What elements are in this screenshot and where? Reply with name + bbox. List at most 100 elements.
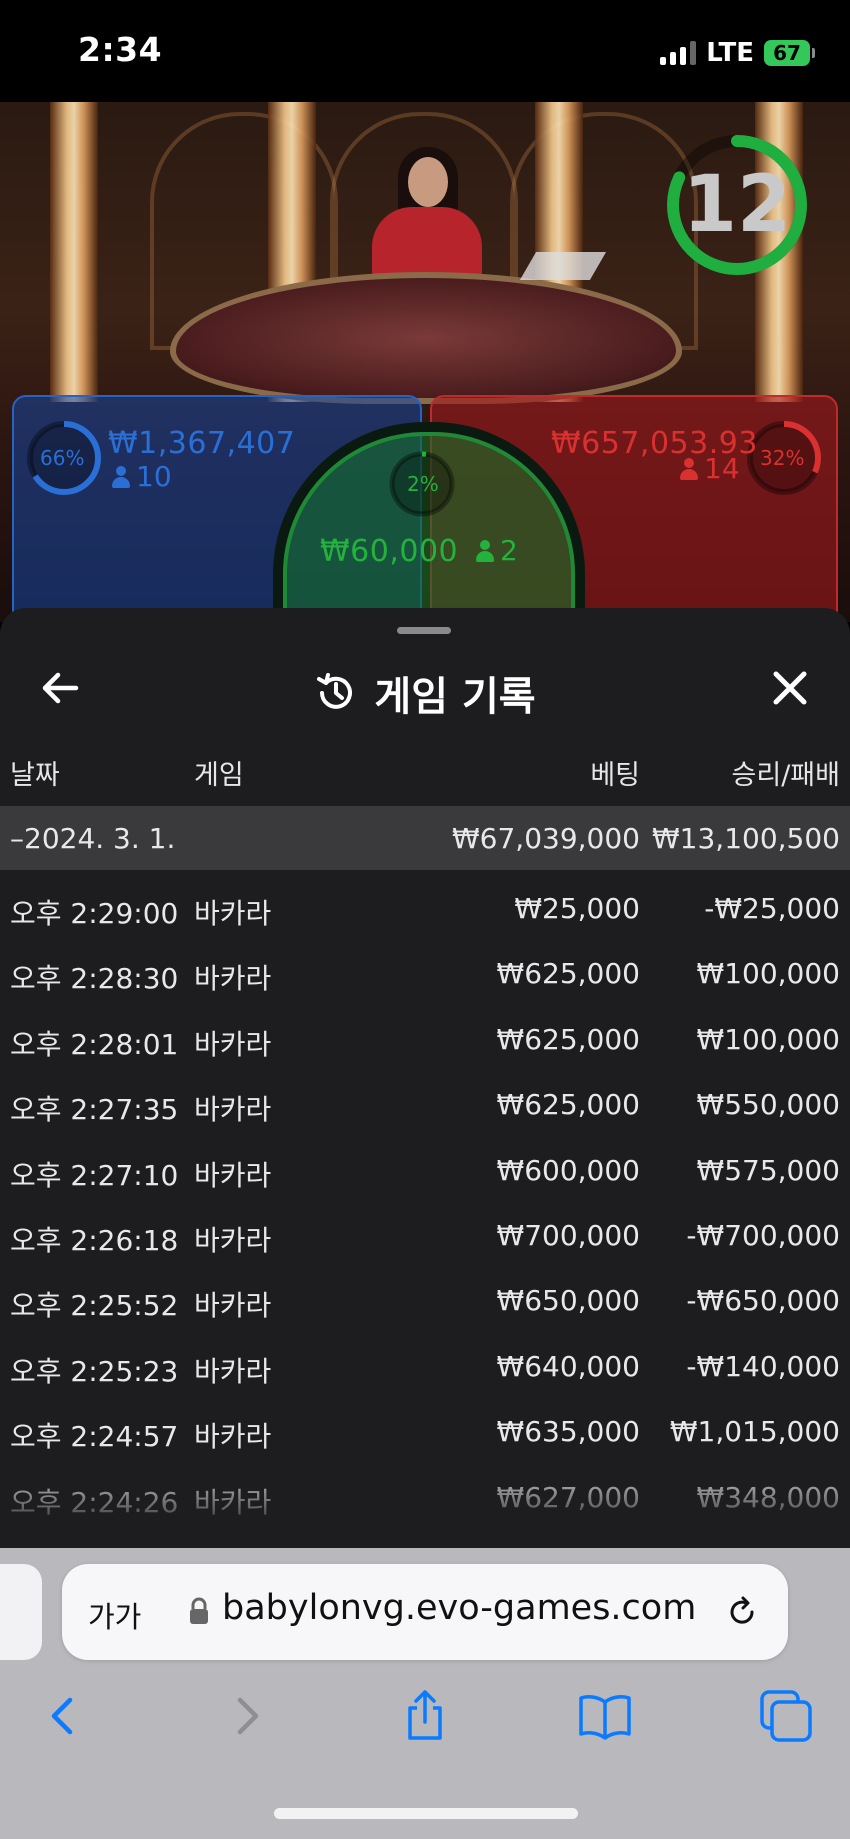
url-text: babylonvg.evo-games.com: [222, 1588, 697, 1628]
previous-tab-preview[interactable]: [0, 1564, 42, 1660]
date-group-date: –2024. 3. 1.: [10, 822, 176, 855]
sheet-grabber[interactable]: [397, 627, 451, 634]
player-total-bet: ₩1,367,407: [108, 426, 296, 461]
status-time: 2:34: [78, 30, 163, 69]
column-header-bet: 베팅: [590, 760, 640, 791]
player-count: 10: [112, 460, 172, 493]
cellular-signal-icon: [660, 41, 697, 65]
address-bar[interactable]: 가가 babylonvg.evo-games.com: [62, 1564, 788, 1660]
history-row-time: 오후 2:28:01: [10, 1027, 179, 1061]
history-row[interactable]: 오후 2:27:35 바카라 ₩625,000 ₩550,000: [0, 1072, 850, 1136]
history-row[interactable]: 오후 2:24:57 바카라 ₩635,000 ₩1,015,000: [0, 1399, 850, 1463]
game-history-sheet: 게임 기록 날짜 게임 베팅 승리/패배 –2024. 3. 1. ₩67,03…: [0, 608, 850, 1548]
history-row-result: -₩700,000: [686, 1219, 840, 1252]
share-icon[interactable]: [397, 1688, 453, 1744]
status-indicators: LTE 67: [660, 38, 815, 68]
column-header-result: 승리/패배: [731, 760, 840, 791]
person-icon: [476, 539, 494, 562]
bookmarks-icon[interactable]: [577, 1688, 633, 1744]
history-row-result: -₩650,000: [686, 1284, 840, 1318]
history-row-time: 오후 2:24:57: [10, 1420, 179, 1454]
history-row-bet: ₩625,000: [496, 1022, 640, 1056]
tabs-icon[interactable]: [758, 1688, 814, 1744]
banker-count-value: 14: [704, 452, 740, 485]
history-row-time: 오후 2:25:52: [10, 1289, 179, 1323]
history-row-game: 바카라: [194, 1354, 272, 1388]
forward-icon[interactable]: [218, 1688, 274, 1744]
history-row-game: 바카라: [194, 1420, 272, 1454]
history-row[interactable]: 오후 2:25:52 바카라 ₩650,000 -₩650,000: [0, 1268, 850, 1332]
tie-count: 2: [476, 534, 518, 567]
close-icon: [773, 671, 807, 705]
timer-value: 12: [682, 160, 792, 250]
history-row-game: 바카라: [194, 1027, 272, 1061]
history-row-time: 오후 2:27:10: [10, 1158, 179, 1192]
reload-icon[interactable]: [722, 1592, 762, 1632]
close-button[interactable]: [768, 666, 812, 710]
history-row-game: 바카라: [194, 1158, 272, 1192]
history-row-result: -₩140,000: [686, 1349, 840, 1383]
battery-level: 67: [773, 41, 801, 65]
history-row-bet: ₩625,000: [496, 957, 640, 991]
dealer-head: [408, 157, 448, 207]
person-icon: [112, 465, 130, 488]
history-row-bet: ₩25,000: [514, 892, 640, 925]
text-size-button[interactable]: 가가: [88, 1594, 141, 1636]
history-row-game: 바카라: [194, 897, 272, 930]
history-row-time: 오후 2:28:30: [10, 962, 179, 996]
history-row-bet: ₩700,000: [496, 1219, 640, 1252]
lock-icon: [190, 1597, 208, 1624]
history-row-bet: ₩625,000: [496, 1088, 640, 1122]
sheet-title: 게임 기록: [0, 664, 850, 722]
history-row-bet: ₩635,000: [496, 1415, 640, 1449]
history-row-result: ₩100,000: [696, 957, 840, 991]
player-percent: 66%: [40, 446, 85, 470]
history-row-result: ₩100,000: [696, 1022, 840, 1056]
back-icon[interactable]: [36, 1688, 92, 1744]
history-row-bet: ₩640,000: [496, 1349, 640, 1383]
banker-count: 14: [680, 452, 740, 485]
history-row[interactable]: 오후 2:28:30 바카라 ₩625,000 ₩100,000: [0, 941, 850, 1005]
browser-toolbar: 가가 babylonvg.evo-games.com: [0, 1548, 850, 1839]
banker-percent: 32%: [760, 446, 805, 470]
history-row-bet: ₩650,000: [496, 1284, 640, 1318]
history-row[interactable]: 오후 2:27:10 바카라 ₩600,000 ₩575,000: [0, 1138, 850, 1202]
sheet-header: 게임 기록: [0, 648, 850, 728]
history-row-time: 오후 2:26:18: [10, 1224, 179, 1257]
tie-percent: 2%: [407, 472, 439, 496]
date-group-row[interactable]: –2024. 3. 1. ₩67,039,000 ₩13,100,500: [0, 806, 850, 870]
pillar-light: [50, 102, 98, 402]
history-row-time: 오후 2:29:00: [10, 897, 179, 930]
history-icon: [317, 673, 353, 709]
status-bar: 2:34 LTE 67: [0, 0, 850, 102]
player-count-value: 10: [136, 460, 172, 493]
column-header-date: 날짜: [10, 760, 60, 791]
history-row-result: ₩1,015,000: [669, 1415, 840, 1449]
history-row[interactable]: 오후 2:25:23 바카라 ₩640,000 -₩140,000: [0, 1334, 850, 1398]
network-type: LTE: [706, 38, 754, 68]
history-row-time: 오후 2:27:35: [10, 1093, 179, 1127]
date-group-result-total: ₩13,100,500: [651, 822, 840, 855]
history-row-game: 바카라: [194, 1289, 272, 1323]
countdown-timer: 12: [664, 132, 810, 278]
history-row-result: ₩550,000: [696, 1088, 840, 1122]
history-row[interactable]: 오후 2:28:01 바카라 ₩625,000 ₩100,000: [0, 1007, 850, 1071]
date-group-bet-total: ₩67,039,000: [451, 822, 640, 855]
list-fade: [0, 1458, 850, 1548]
history-row-game: 바카라: [194, 1093, 272, 1127]
tie-total-bet: ₩60,000: [320, 534, 459, 569]
history-row-result: ₩575,000: [696, 1153, 840, 1187]
home-indicator: [274, 1808, 578, 1819]
history-row[interactable]: 오후 2:29:00 바카라 ₩25,000 -₩25,000: [0, 876, 850, 940]
history-row-bet: ₩600,000: [496, 1153, 640, 1187]
history-row-result: -₩25,000: [704, 892, 840, 925]
history-row-game: 바카라: [194, 962, 272, 996]
person-icon: [680, 457, 698, 480]
battery-icon: 67: [764, 40, 815, 66]
column-header-game: 게임: [194, 760, 244, 791]
sheet-title-text: 게임 기록: [374, 674, 536, 720]
history-row[interactable]: 오후 2:26:18 바카라 ₩700,000 -₩700,000: [0, 1203, 850, 1267]
tie-count-value: 2: [500, 534, 518, 567]
history-row-time: 오후 2:25:23: [10, 1354, 179, 1388]
history-row-game: 바카라: [194, 1224, 272, 1257]
